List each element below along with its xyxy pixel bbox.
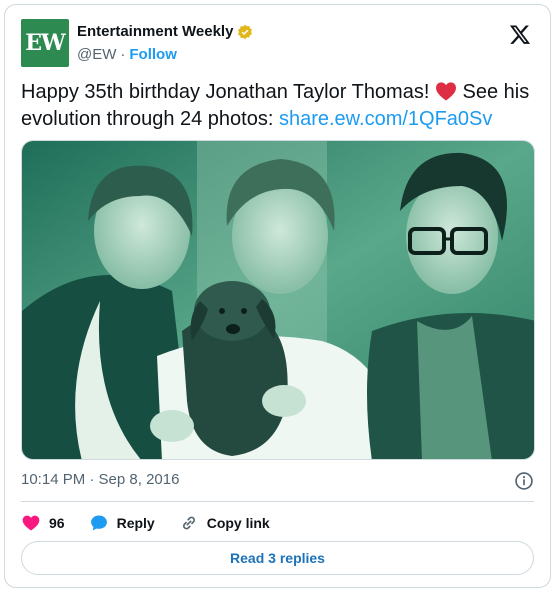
- like-button[interactable]: 96: [21, 513, 65, 533]
- divider: [21, 501, 534, 502]
- tweet-text: Happy 35th birthday Jonathan Taylor Thom…: [21, 79, 531, 133]
- copy-link-button[interactable]: Copy link: [179, 513, 270, 533]
- reply-label: Reply: [116, 515, 155, 531]
- heart-icon: [22, 515, 40, 531]
- author-name-row: Entertainment Weekly: [77, 23, 253, 40]
- link-icon: [182, 516, 195, 530]
- reply-button[interactable]: Reply: [89, 513, 155, 533]
- avatar[interactable]: EW: [21, 19, 69, 67]
- tweet-photo[interactable]: [21, 140, 535, 460]
- info-icon[interactable]: [514, 471, 534, 491]
- author-handle-row: @EW · Follow: [77, 46, 177, 63]
- tweet-link[interactable]: share.ew.com/1QFa0Sv: [279, 108, 492, 130]
- photo-illustration: [22, 141, 534, 459]
- like-count: 96: [49, 515, 65, 531]
- avatar-logo-text: EW: [25, 30, 65, 56]
- read-replies-button[interactable]: Read 3 replies: [21, 541, 534, 575]
- speech-bubble-icon: [90, 515, 107, 531]
- copy-link-label: Copy link: [206, 515, 270, 531]
- follow-button[interactable]: Follow: [129, 46, 177, 63]
- author-name[interactable]: Entertainment Weekly: [77, 23, 233, 40]
- handle-separator: ·: [120, 46, 126, 63]
- red-heart-icon: [435, 82, 456, 101]
- tweet-card: EW Entertainment Weekly @EW · Follow Hap…: [4, 4, 551, 588]
- read-replies-label: Read 3 replies: [230, 550, 325, 566]
- tweet-text-part1: Happy 35th birthday Jonathan Taylor Thom…: [21, 81, 435, 103]
- tweet-actions: 96 Reply Copy link: [21, 511, 294, 535]
- tweet-timestamp[interactable]: 10:14 PM · Sep 8, 2016: [21, 471, 179, 488]
- author-handle[interactable]: @EW: [77, 46, 116, 63]
- verified-badge-icon: [238, 24, 253, 39]
- tweet-header: EW Entertainment Weekly @EW · Follow: [21, 17, 534, 69]
- x-logo-icon[interactable]: [508, 23, 532, 47]
